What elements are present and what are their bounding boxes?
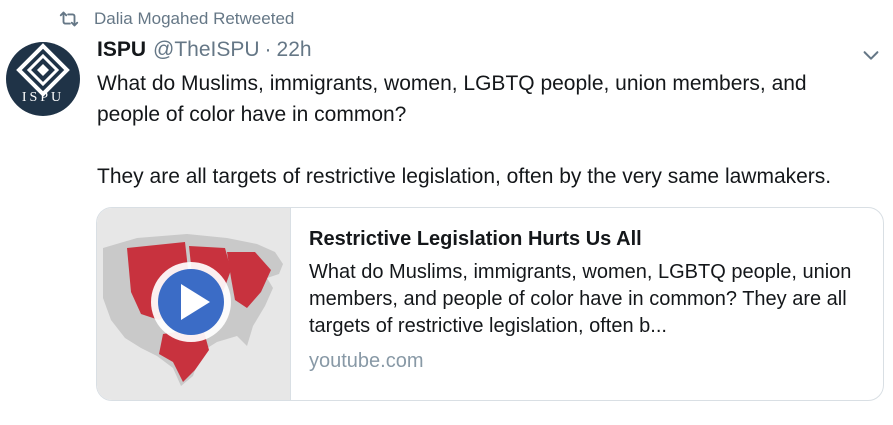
author-name[interactable]: ISPU [97,38,146,62]
tweet-paragraph: What do Muslims, immigrants, women, LGBT… [97,72,807,126]
chevron-down-icon[interactable] [860,44,882,66]
avatar[interactable]: ISPU [6,42,80,116]
link-card[interactable]: Restrictive Legislation Hurts Us All Wha… [96,207,884,401]
tweet-timestamp[interactable]: 22h [277,38,312,62]
avatar-label: ISPU [21,90,65,105]
author-handle[interactable]: @TheISPU [153,38,260,62]
card-body: Restrictive Legislation Hurts Us All Wha… [309,226,869,373]
tweet-text: What do Muslims, immigrants, women, LGBT… [97,68,867,192]
retweet-text[interactable]: Dalia Mogahed Retweeted [94,9,294,29]
card-title: Restrictive Legislation Hurts Us All [309,228,642,250]
retweet-icon [59,11,79,27]
us-map-icon [103,234,283,386]
retweet-context[interactable]: Dalia Mogahed Retweeted [58,8,294,30]
card-description: What do Muslims, immigrants, women, LGBT… [309,261,852,337]
card-thumbnail[interactable] [97,208,291,400]
header-separator: · [264,38,272,61]
tweet-paragraph: They are all targets of restrictive legi… [97,165,832,188]
tweet-header: ISPU @TheISPU · 22h [97,38,312,62]
card-domain: youtube.com [309,350,424,372]
